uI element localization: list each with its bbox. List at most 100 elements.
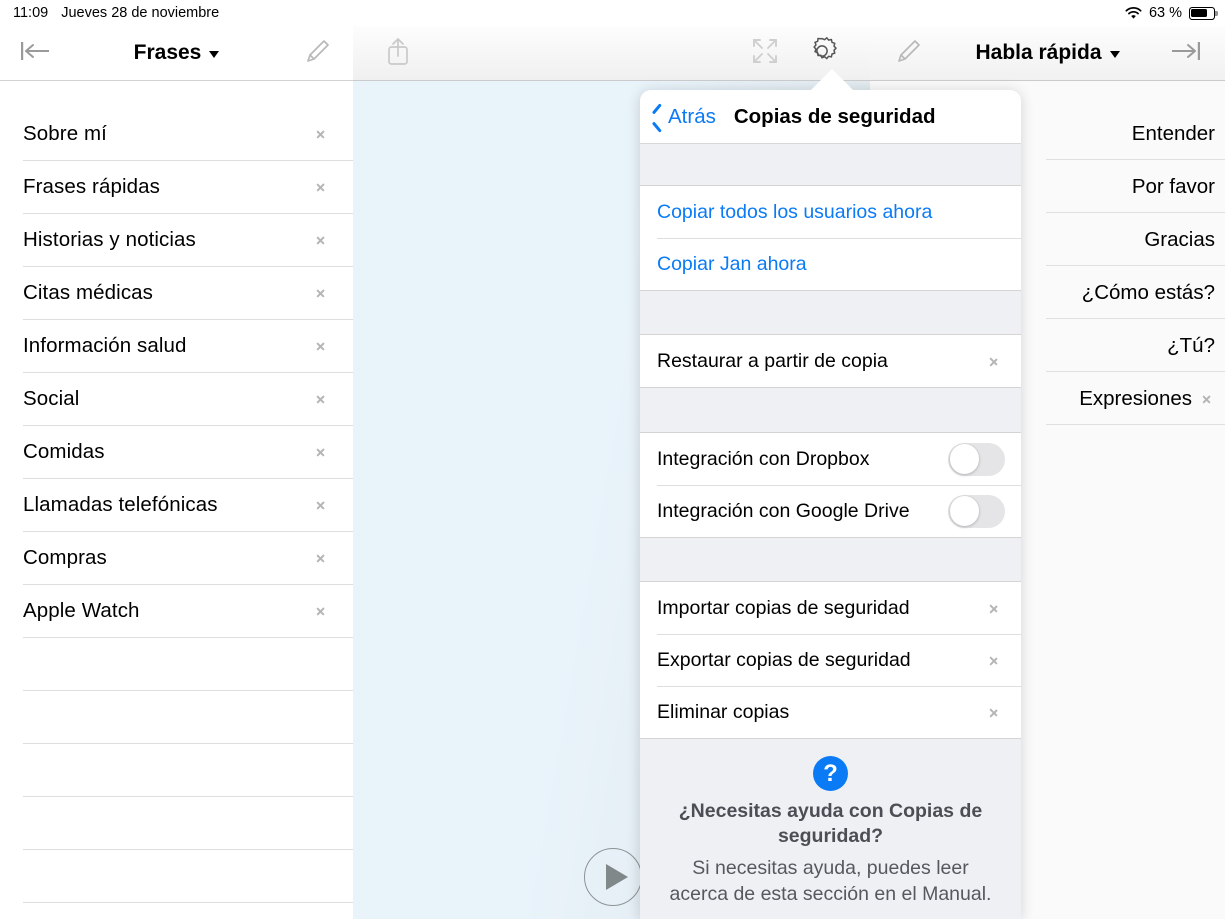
backups-settings-popover: Atrás Copias de seguridad Copiar todos l… bbox=[640, 90, 1021, 919]
toggle-switch[interactable] bbox=[948, 442, 1005, 476]
left-phrases-panel: Frases Sobre mí Frases rápidas Historias y… bbox=[0, 26, 353, 919]
list-item[interactable]: Gracias bbox=[1046, 213, 1225, 266]
list-item-empty[interactable] bbox=[0, 690, 353, 743]
popover-row-label: Restaurar a partir de copia bbox=[657, 349, 888, 372]
list-item[interactable]: Por favor bbox=[1046, 160, 1225, 213]
chevron-right-icon bbox=[316, 602, 327, 620]
popover-back-button[interactable]: Atrás bbox=[653, 105, 716, 129]
center-toolbar bbox=[353, 26, 870, 81]
right-forward-button[interactable] bbox=[1147, 39, 1225, 68]
list-item[interactable]: Entender bbox=[1046, 107, 1225, 160]
list-item[interactable]: Apple Watch bbox=[0, 584, 353, 637]
popover-back-label: Atrás bbox=[668, 104, 716, 128]
list-item-label: Expresiones bbox=[1079, 386, 1192, 410]
chevron-right-icon bbox=[989, 352, 1000, 370]
popover-row[interactable]: Importar copias de seguridad bbox=[640, 582, 1021, 634]
chevron-right-icon bbox=[989, 703, 1000, 721]
right-quickspeak-list[interactable]: Entender Por favor Gracias ¿Cómo estás? ¿Tú?… bbox=[1046, 107, 1225, 919]
list-item[interactable]: Historias y noticias bbox=[0, 213, 353, 266]
chevron-right-icon bbox=[316, 284, 327, 302]
battery-percent-label: 63 % bbox=[1148, 5, 1182, 21]
popover-row[interactable]: Integración con Google Drive bbox=[640, 485, 1021, 537]
popover-help-title: ¿Necesitas ayuda con Copias de seguridad… bbox=[678, 800, 983, 848]
list-item-empty[interactable] bbox=[0, 796, 353, 849]
list-item[interactable]: Compras bbox=[0, 531, 353, 584]
list-item-label: Sobre mí bbox=[23, 121, 107, 145]
left-phrases-list[interactable]: Sobre mí Frases rápidas Historias y notici… bbox=[0, 107, 353, 919]
chevron-right-icon bbox=[1202, 390, 1213, 408]
list-item-empty[interactable] bbox=[0, 637, 353, 690]
app-root: 11:09 Jueves 28 de noviembre 63 % Frases… bbox=[0, 0, 1225, 919]
popover-group-restore: Restaurar a partir de copia bbox=[640, 334, 1021, 388]
question-mark-icon: ? bbox=[813, 756, 848, 791]
share-icon bbox=[383, 37, 413, 72]
share-button[interactable] bbox=[383, 34, 413, 73]
play-button[interactable] bbox=[584, 848, 642, 906]
chevron-right-icon bbox=[316, 337, 327, 355]
list-item-label: Entender bbox=[1131, 121, 1215, 145]
list-item-label: ¿Tú? bbox=[1167, 333, 1215, 357]
list-item-label: Por favor bbox=[1131, 174, 1215, 198]
list-item[interactable]: Expresiones bbox=[1046, 372, 1225, 425]
arrow-to-bar-left-icon bbox=[16, 39, 54, 68]
chevron-right-icon bbox=[316, 178, 327, 196]
popover-row[interactable]: Integración con Dropbox bbox=[640, 433, 1021, 485]
list-item-empty[interactable] bbox=[0, 743, 353, 796]
list-item[interactable]: Sobre mí bbox=[0, 107, 353, 160]
list-item-label: ¿Cómo estás? bbox=[1081, 280, 1215, 304]
popover-row-label: Importar copias de seguridad bbox=[657, 596, 910, 619]
popover-row[interactable]: Restaurar a partir de copia bbox=[640, 335, 1021, 387]
list-item[interactable]: Información salud bbox=[0, 319, 353, 372]
chevron-left-icon bbox=[653, 107, 664, 127]
battery-icon bbox=[1189, 6, 1218, 20]
popover-row[interactable]: Copiar todos los usuarios ahora bbox=[640, 186, 1021, 238]
expand-button[interactable] bbox=[750, 36, 780, 71]
list-item-label: Comidas bbox=[23, 439, 105, 463]
popover-header: Atrás Copias de seguridad bbox=[640, 90, 1021, 144]
popover-row[interactable]: Exportar copias de seguridad bbox=[640, 634, 1021, 686]
right-edit-button[interactable] bbox=[870, 34, 948, 73]
popover-row-label: Integración con Google Drive bbox=[657, 499, 910, 522]
right-panel-title: Habla rápida bbox=[975, 41, 1102, 64]
settings-button[interactable] bbox=[804, 33, 840, 74]
chevron-right-icon bbox=[316, 443, 327, 461]
list-item-empty[interactable] bbox=[0, 902, 353, 919]
popover-help-body: Si necesitas ayuda, puedes leer acerca d… bbox=[669, 856, 992, 905]
chevron-right-icon bbox=[316, 496, 327, 514]
list-item[interactable]: Comidas bbox=[0, 425, 353, 478]
list-item-empty[interactable] bbox=[0, 849, 353, 902]
caret-down-icon bbox=[1109, 51, 1120, 58]
popover-row[interactable]: Eliminar copias bbox=[640, 686, 1021, 738]
pencil-icon bbox=[301, 34, 335, 73]
list-item[interactable]: ¿Cómo estás? bbox=[1046, 266, 1225, 319]
list-item-label: Citas médicas bbox=[23, 280, 154, 304]
status-bar-left: 11:09 Jueves 28 de noviembre bbox=[13, 5, 219, 21]
popover-group-toggles: Integración con Dropbox Integración con G… bbox=[640, 432, 1021, 538]
list-item[interactable]: Frases rápidas bbox=[0, 160, 353, 213]
right-panel-title-button[interactable]: Habla rápida bbox=[948, 41, 1147, 65]
popover-title: Copias de seguridad bbox=[733, 104, 936, 128]
toggle-switch[interactable] bbox=[948, 494, 1005, 528]
list-item-label: Compras bbox=[23, 545, 107, 569]
popover-group-actions: Copiar todos los usuarios ahora Copiar Ja… bbox=[640, 185, 1021, 291]
list-item[interactable]: Llamadas telefónicas bbox=[0, 478, 353, 531]
left-panel-title-button[interactable]: Frases bbox=[70, 41, 283, 65]
left-toolbar: Frases bbox=[0, 26, 353, 81]
list-item-label: Historias y noticias bbox=[23, 227, 196, 251]
clock-time: 11:09 bbox=[13, 5, 49, 21]
popover-row-label: Copiar Jan ahora bbox=[657, 252, 807, 275]
popover-gap-2 bbox=[640, 291, 1021, 334]
chevron-right-icon bbox=[989, 599, 1000, 617]
toggle-knob bbox=[949, 444, 980, 474]
play-icon bbox=[605, 864, 628, 890]
list-item[interactable]: ¿Tú? bbox=[1046, 319, 1225, 372]
caret-down-icon bbox=[209, 51, 220, 58]
left-back-button[interactable] bbox=[0, 39, 70, 68]
list-item[interactable]: Citas médicas bbox=[0, 266, 353, 319]
popover-arrow bbox=[810, 69, 854, 91]
toggle-knob bbox=[949, 496, 980, 526]
left-edit-button[interactable] bbox=[283, 34, 353, 73]
list-item[interactable]: Social bbox=[0, 372, 353, 425]
popover-row[interactable]: Copiar Jan ahora bbox=[640, 238, 1021, 290]
popover-row-label: Integración con Dropbox bbox=[657, 447, 870, 470]
